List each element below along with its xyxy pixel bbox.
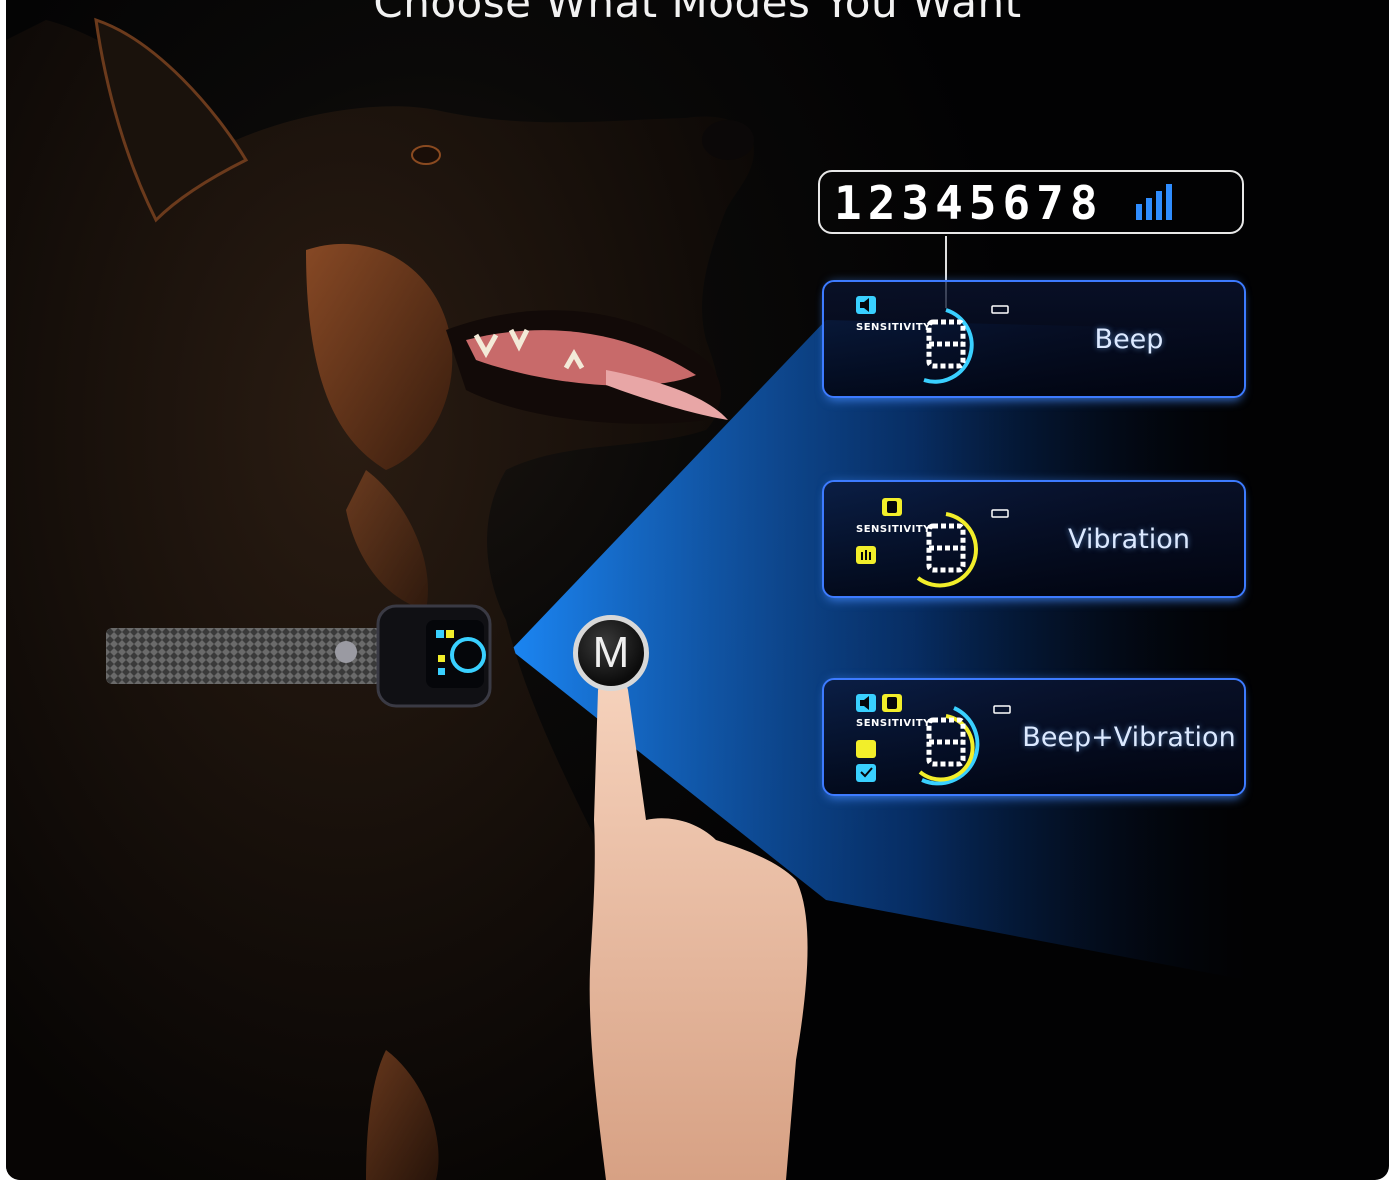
mode-card-vibration: SENSITIVITY Vibration: [822, 480, 1246, 598]
beep-display-icon: [856, 296, 1009, 384]
product-image-frame: Choose What Modes You Want M 12345678 SE…: [6, 0, 1389, 1180]
beep-sensitivity-label: SENSITIVITY: [856, 322, 931, 333]
beep-mode-label: Beep: [1094, 323, 1164, 355]
beep-vibration-mode-label: Beep+Vibration: [1022, 721, 1236, 753]
vibration-display-icon: [856, 498, 1009, 588]
mode-button: M: [573, 615, 649, 691]
collar-strap: [106, 628, 406, 684]
vibration-sensitivity-label: SENSITIVITY: [856, 524, 931, 535]
page-title: Choose What Modes You Want: [373, 0, 1022, 27]
sensitivity-level-display: 12345678: [818, 170, 1244, 234]
signal-strength-icon: [1136, 184, 1172, 220]
mode-card-beep-vibration: SENSITIVITY Beep+Vibration: [822, 678, 1246, 796]
sensitivity-level-digits: 12345678: [834, 176, 1104, 230]
vibration-mode-label: Vibration: [1068, 523, 1190, 555]
mode-card-beep: SENSITIVITY Beep: [822, 280, 1246, 398]
beep-vibration-sensitivity-label: SENSITIVITY: [856, 718, 931, 729]
beep-vibration-display-icon: [856, 694, 1011, 786]
mode-button-label: M: [592, 628, 630, 677]
